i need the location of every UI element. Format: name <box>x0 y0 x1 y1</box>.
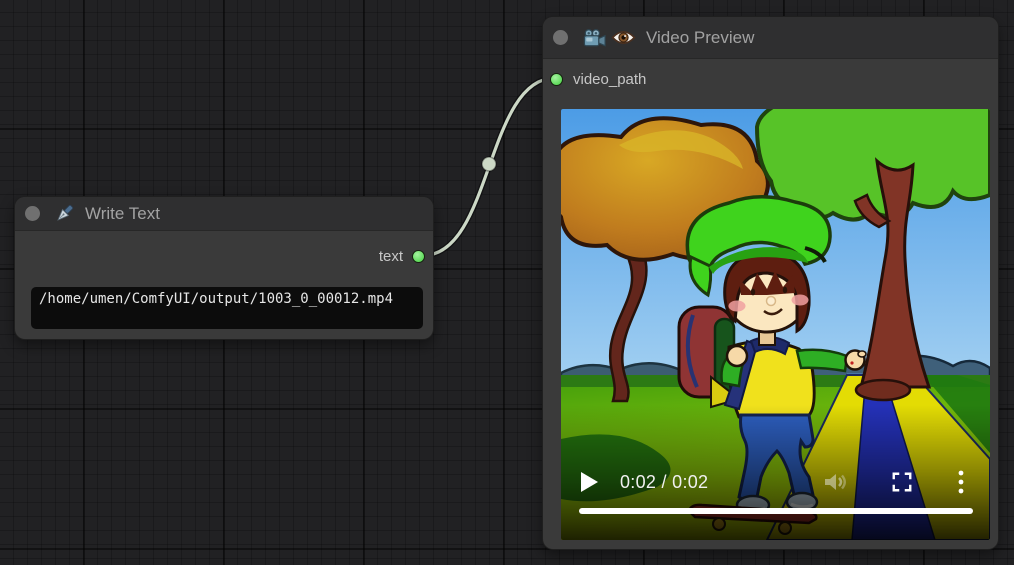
output-port-dot[interactable] <box>412 250 425 263</box>
video-frame[interactable]: 0:02 / 0:02 <box>561 109 990 540</box>
wire-midpoint-dot[interactable] <box>482 157 496 171</box>
fullscreen-icon[interactable] <box>891 471 913 493</box>
input-port-dot[interactable] <box>550 73 563 86</box>
play-icon[interactable] <box>578 470 600 494</box>
eye-icon <box>611 29 636 46</box>
write-text-header[interactable]: Write Text <box>15 197 433 231</box>
node-write-text[interactable]: Write Text text /home/umen/ComfyUI/outpu… <box>14 196 434 340</box>
node-video-preview[interactable]: Video Preview video_path <box>542 16 999 550</box>
overflow-menu-icon[interactable] <box>957 469 965 495</box>
text-widget[interactable]: /home/umen/ComfyUI/output/1003_0_00012.m… <box>31 287 423 329</box>
node-title: Video Preview <box>646 28 754 48</box>
input-slot-video-path[interactable]: video_path <box>550 68 646 91</box>
output-label: text <box>379 248 403 265</box>
video-controls: 0:02 / 0:02 <box>561 464 990 500</box>
wire <box>423 78 555 256</box>
progress-bar[interactable] <box>579 508 973 514</box>
movie-camera-icon <box>582 27 607 49</box>
output-slot-text[interactable]: text <box>379 245 425 268</box>
video-preview-header[interactable]: Video Preview <box>543 17 998 59</box>
volume-icon[interactable] <box>822 470 849 494</box>
node-graph-canvas[interactable]: Write Text text /home/umen/ComfyUI/outpu… <box>0 0 1014 565</box>
node-status-dot[interactable] <box>25 206 40 221</box>
pen-icon <box>53 202 76 225</box>
time-display: 0:02 / 0:02 <box>620 472 708 493</box>
node-title: Write Text <box>85 204 160 224</box>
input-label: video_path <box>573 71 646 88</box>
wire-outline <box>423 78 555 256</box>
node-status-dot[interactable] <box>553 30 568 45</box>
